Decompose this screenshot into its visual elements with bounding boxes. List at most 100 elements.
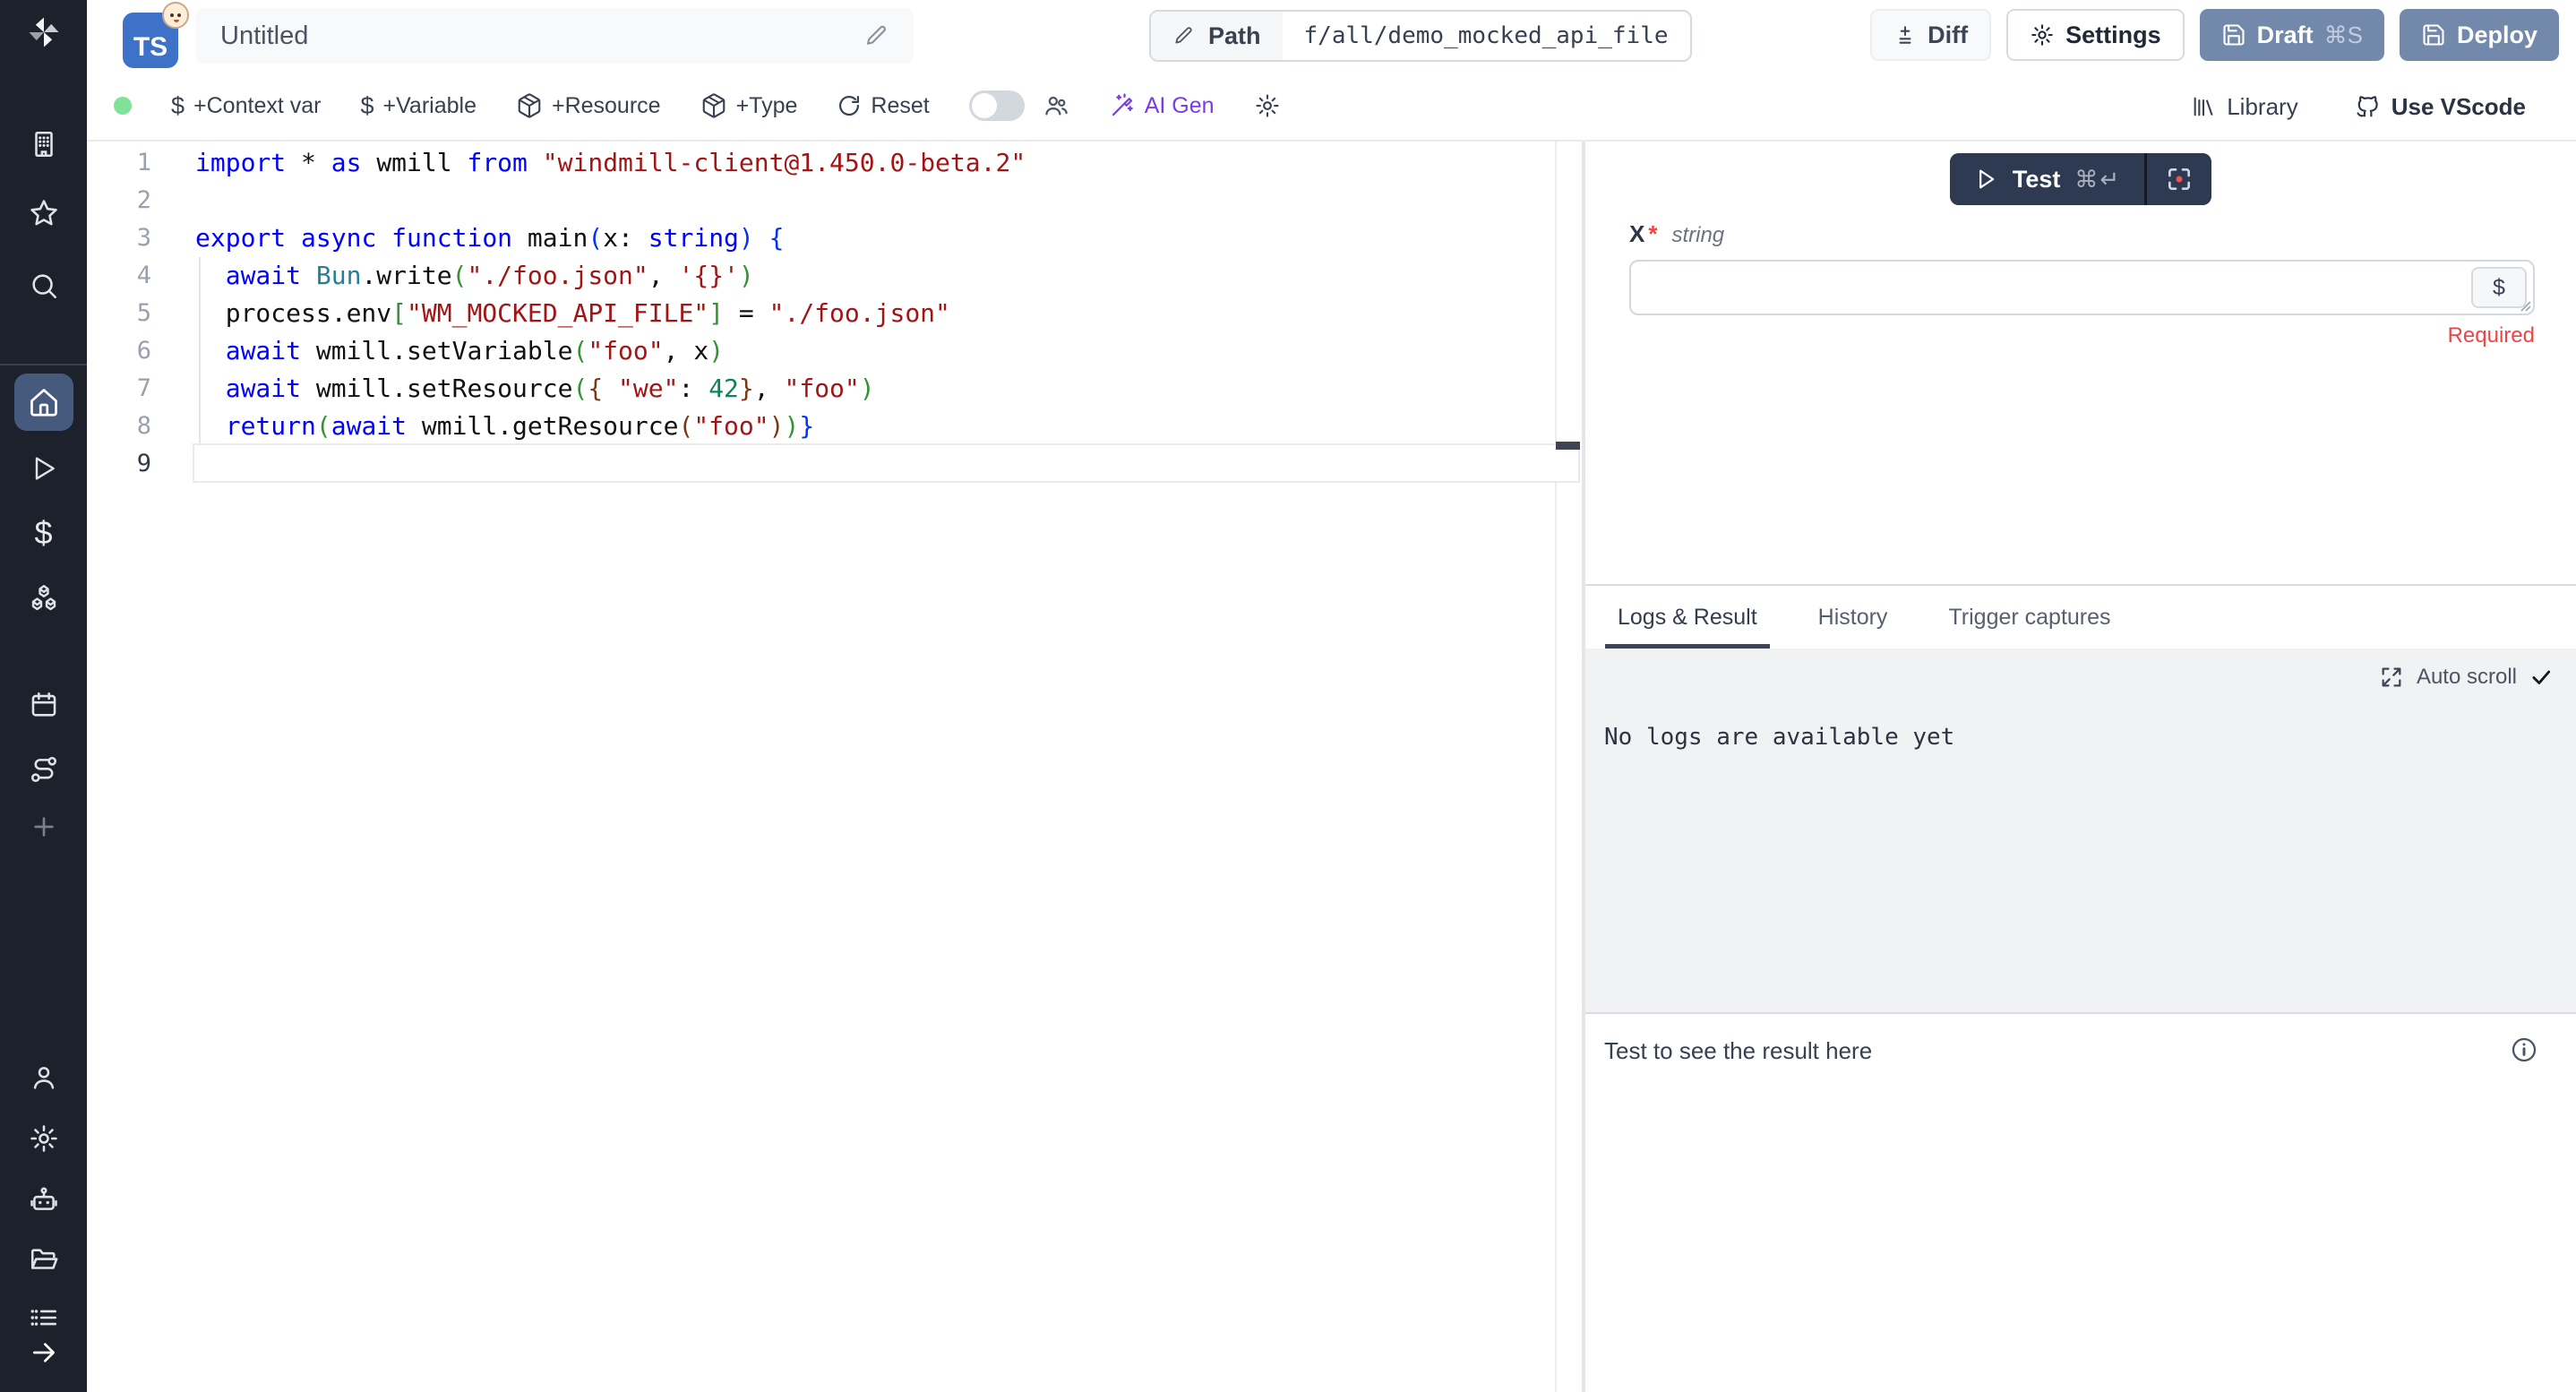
edit-title-pencil-icon[interactable] — [863, 22, 890, 49]
add-type-label: +Type — [736, 93, 798, 119]
code-line[interactable]: export async function main(x: string) { — [195, 219, 1550, 257]
draft-shortcut: ⌘S — [2324, 21, 2363, 49]
code-editor[interactable]: 123456789 import * as wmill from "windmi… — [87, 142, 1582, 1392]
code-line[interactable]: await Bun.write("./foo.json", '{}') — [195, 257, 1550, 295]
sidebar-item-variables[interactable]: $ — [14, 510, 73, 556]
sidebar-item-workspace[interactable] — [14, 121, 73, 168]
code-line[interactable]: import * as wmill from "windmill-client@… — [195, 144, 1550, 182]
plus-icon — [30, 812, 58, 841]
sidebar-item-favorites[interactable] — [14, 190, 73, 236]
ai-gen-label: AI Gen — [1145, 93, 1215, 119]
tab-logs-result[interactable]: Logs & Result — [1605, 586, 1770, 649]
expand-icon[interactable] — [2379, 665, 2404, 690]
resize-handle[interactable] — [2516, 296, 2532, 313]
dollar-icon: $ — [34, 514, 52, 552]
test-label: Test — [2013, 166, 2061, 193]
sidebar-item-folders[interactable] — [14, 1237, 73, 1284]
windmill-logo-icon — [24, 13, 64, 52]
add-resource-label: +Resource — [552, 93, 661, 119]
right-panel: Test ⌘↵ X * string $ — [1585, 142, 2576, 1392]
library-button[interactable]: Library — [2191, 93, 2297, 121]
result-placeholder: Test to see the result here — [1604, 1037, 1872, 1065]
code-line[interactable]: process.env["WM_MOCKED_API_FILE"] = "./f… — [195, 295, 1550, 332]
multiplayer-toggle[interactable] — [969, 90, 1025, 121]
tab-trigger-captures[interactable]: Trigger captures — [1936, 586, 2123, 649]
autoscroll-control[interactable]: Auto scroll — [2379, 665, 2553, 690]
code-line[interactable]: await wmill.setResource({ "we": 42}, "fo… — [195, 370, 1550, 408]
library-label: Library — [2227, 93, 2297, 121]
ai-gen-button[interactable]: AI Gen — [1109, 92, 1215, 119]
capture-frame-icon — [2165, 165, 2194, 193]
tab-history[interactable]: History — [1806, 586, 1901, 649]
star-icon — [29, 198, 59, 228]
windmill-logo[interactable] — [14, 9, 73, 56]
add-context-var-button[interactable]: $ +Context var — [171, 92, 321, 120]
language-badge: TS — [123, 13, 178, 68]
sidebar-item-resources[interactable] — [14, 575, 73, 622]
minimap-boundary — [1555, 142, 1557, 1392]
check-icon[interactable] — [2529, 666, 2553, 689]
language-badge-label: TS — [133, 32, 167, 63]
toggle-knob — [972, 93, 997, 118]
line-number: 1 — [87, 144, 193, 182]
sidebar-item-user[interactable] — [14, 1054, 73, 1101]
sidebar-item-search[interactable] — [14, 262, 73, 309]
add-variable-button[interactable]: $ +Variable — [360, 92, 477, 120]
code-line[interactable] — [195, 445, 1550, 483]
settings-label: Settings — [2065, 21, 2161, 49]
reset-button[interactable]: Reset — [837, 93, 929, 119]
deploy-button[interactable]: Deploy — [2400, 9, 2559, 61]
add-variable-label: +Variable — [383, 93, 477, 119]
line-number: 5 — [87, 295, 193, 332]
multiplayer-group — [969, 90, 1069, 121]
settings-button[interactable]: Settings — [2006, 9, 2185, 61]
result-panel: Test to see the result here — [1585, 1016, 2576, 1392]
line-number: 6 — [87, 332, 193, 370]
script-title-input[interactable]: Untitled — [195, 8, 914, 64]
sidebar: $ — [0, 0, 87, 1392]
line-number: 3 — [87, 219, 193, 257]
search-icon — [29, 271, 59, 301]
code-line[interactable] — [195, 182, 1550, 219]
sidebar-item-runs[interactable] — [14, 445, 73, 492]
code-line[interactable]: await wmill.setVariable("foo", x) — [195, 332, 1550, 370]
logs-panel: Auto scroll No logs are available yet — [1585, 649, 2576, 1014]
add-resource-button[interactable]: +Resource — [516, 92, 661, 119]
info-icon[interactable] — [2510, 1035, 2538, 1064]
sidebar-item-schedules[interactable] — [14, 682, 73, 728]
capture-test-button[interactable] — [2147, 153, 2211, 205]
diff-button[interactable]: Diff — [1870, 9, 1991, 61]
required-hint: Required — [1629, 323, 2535, 348]
draft-button[interactable]: Draft ⌘S — [2200, 9, 2384, 61]
code-lines[interactable]: import * as wmill from "windmill-client@… — [195, 144, 1550, 483]
pencil-icon — [1172, 24, 1196, 47]
use-vscode-button[interactable]: Use VScode — [2354, 93, 2526, 121]
sidebar-item-add[interactable] — [14, 803, 73, 850]
sidebar-item-assistant[interactable] — [14, 1176, 73, 1223]
field-name: X — [1629, 220, 1644, 248]
sidebar-collapse[interactable] — [14, 1333, 73, 1372]
path-label: Path — [1208, 22, 1261, 50]
code-line[interactable]: return(await wmill.getResource("foo"))} — [195, 408, 1550, 445]
route-icon — [29, 754, 59, 785]
sidebar-item-home[interactable] — [14, 374, 73, 431]
script-settings-button[interactable] — [1254, 92, 1281, 119]
library-icon — [2191, 94, 2216, 119]
path-button[interactable]: Path f/all/demo_mocked_api_file — [1149, 10, 1692, 62]
sidebar-item-routes[interactable] — [14, 746, 73, 793]
autoscroll-label: Auto scroll — [2417, 665, 2517, 690]
package-icon — [700, 92, 727, 119]
script-title: Untitled — [220, 21, 308, 51]
test-button[interactable]: Test ⌘↵ — [1950, 153, 2144, 205]
magic-wand-icon — [1109, 92, 1136, 119]
robot-icon — [29, 1184, 59, 1215]
field-x-input[interactable]: $ — [1629, 260, 2535, 315]
sidebar-item-apps[interactable] — [14, 1298, 73, 1337]
add-type-button[interactable]: +Type — [700, 92, 798, 119]
field-type: string — [1671, 223, 1724, 248]
sidebar-item-settings[interactable] — [14, 1115, 73, 1162]
diff-icon — [1893, 23, 1917, 47]
play-icon — [30, 454, 58, 483]
required-asterisk: * — [1648, 220, 1657, 248]
status-dot — [114, 97, 132, 115]
